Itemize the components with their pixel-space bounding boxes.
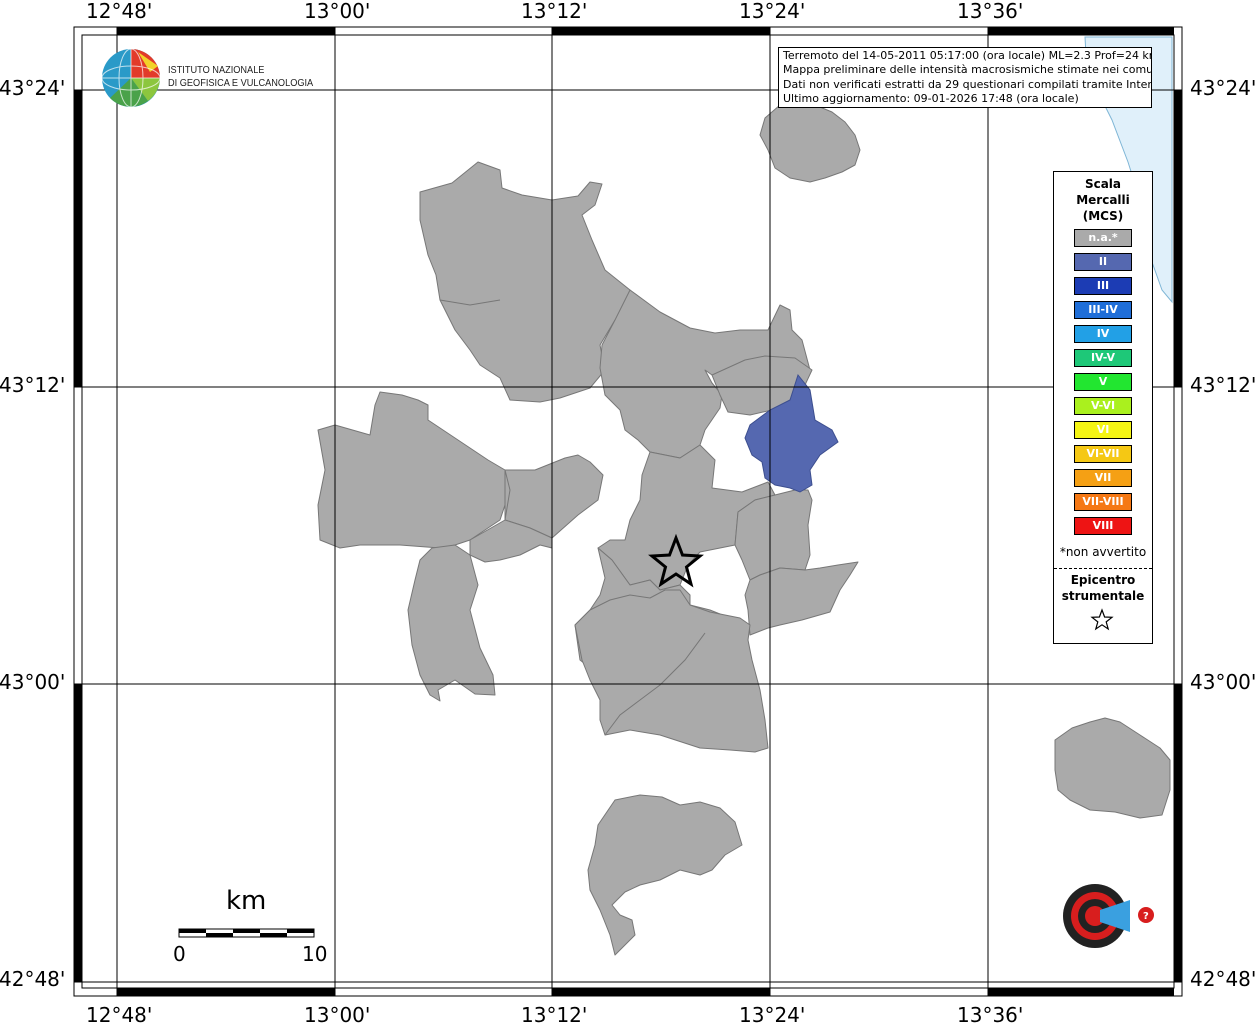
- legend-item: II: [1074, 253, 1132, 271]
- svg-text:?: ?: [1143, 911, 1149, 922]
- ingv-name-line1: ISTITUTO NAZIONALE: [168, 65, 265, 76]
- legend: Scala Mercalli (MCS) n.a.* II III III-IV IV I…: [1053, 171, 1153, 644]
- lat-label-right: 43°24': [1190, 76, 1255, 100]
- lon-label-bottom: 13°36': [957, 1003, 1024, 1027]
- legend-title-line: Scala: [1084, 177, 1122, 191]
- scalebar-max: 10: [302, 942, 328, 966]
- legend-epicenter-line: Epicentro: [1070, 573, 1136, 587]
- lon-label-bottom: 13°24': [739, 1003, 806, 1027]
- legend-item: VI: [1074, 421, 1132, 439]
- lon-label-bottom: 12°48': [86, 1003, 153, 1027]
- legend-item: V: [1074, 373, 1132, 391]
- info-line-map: Mappa preliminare delle intensità macros…: [783, 63, 1152, 77]
- legend-title-line: (MCS): [1082, 209, 1124, 223]
- lat-label-left: 42°48': [0, 967, 66, 991]
- lon-label-top: 13°12': [521, 0, 588, 23]
- legend-epicenter-line: strumentale: [1061, 589, 1145, 603]
- lon-label-top: 13°00': [304, 0, 371, 23]
- municipality[interactable]: [759, 99, 861, 183]
- lat-label-right: 43°12': [1190, 373, 1255, 397]
- municipality[interactable]: [574, 589, 769, 753]
- legend-item: n.a.*: [1074, 229, 1132, 247]
- legend-title: Scala Mercalli (MCS): [1054, 176, 1152, 224]
- legend-epicenter-label: Epicentro strumentale: [1054, 572, 1152, 604]
- info-line-event: Terremoto del 14-05-2011 05:17:00 (ora l…: [783, 49, 1152, 62]
- lon-label-bottom: 13°00': [304, 1003, 371, 1027]
- info-line-data: Dati non verificati estratti da 29 quest…: [783, 77, 1152, 91]
- lat-label-left: 43°00': [0, 670, 66, 694]
- info-line-update: Ultimo aggiornamento: 09-01-2026 17:48 (…: [783, 91, 1079, 105]
- lon-label-bottom: 13°12': [521, 1003, 588, 1027]
- ingv-logo-icon: [101, 48, 161, 108]
- legend-note: *non avvertito: [1059, 545, 1147, 559]
- legend-item: VII-VIII: [1074, 493, 1132, 511]
- legend-item: VI-VII: [1074, 445, 1132, 463]
- legend-item: III: [1074, 277, 1132, 295]
- municipality[interactable]: [1054, 717, 1171, 819]
- legend-divider: [1054, 568, 1152, 569]
- ingv-logo-text: ISTITUTO NAZIONALE DI GEOFISICA E VULCAN…: [168, 64, 313, 90]
- event-info-box: Terremoto del 14-05-2011 05:17:00 (ora l…: [778, 47, 1152, 108]
- municipality[interactable]: [317, 391, 511, 549]
- scalebar: [178, 928, 315, 938]
- scalebar-unit: km: [226, 886, 267, 916]
- lon-label-top: 13°36': [957, 0, 1024, 23]
- legend-star-icon: [1090, 608, 1114, 631]
- municipality[interactable]: [587, 794, 743, 956]
- legend-item: IV: [1074, 325, 1132, 343]
- lon-label-top: 13°24': [739, 0, 806, 23]
- legend-item: VIII: [1074, 517, 1132, 535]
- scalebar-min: 0: [173, 942, 186, 966]
- legend-title-line: Mercalli: [1076, 193, 1130, 207]
- legend-item: III-IV: [1074, 301, 1132, 319]
- lat-label-right: 42°48': [1190, 967, 1255, 991]
- lat-label-left: 43°12': [0, 373, 66, 397]
- lat-label-left: 43°24': [0, 76, 66, 100]
- legend-item: V-VI: [1074, 397, 1132, 415]
- legend-item: VII: [1074, 469, 1132, 487]
- lat-label-right: 43°00': [1190, 670, 1255, 694]
- ingv-name-line2: DI GEOFISICA E VULCANOLOGIA: [168, 78, 314, 89]
- legend-item: IV-V: [1074, 349, 1132, 367]
- lon-label-top: 12°48': [86, 0, 153, 23]
- hsit-logo-icon: ?: [1063, 884, 1154, 948]
- municipality[interactable]: [407, 544, 496, 702]
